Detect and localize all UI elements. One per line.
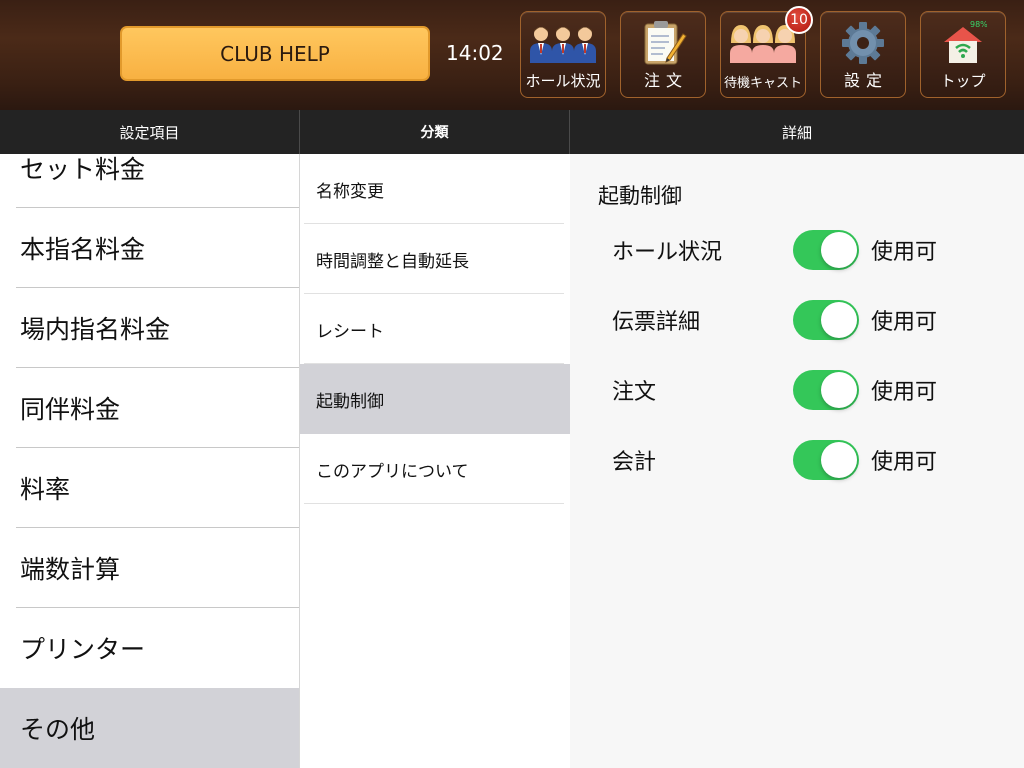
settings-label: 設定	[843, 71, 888, 90]
slip-detail-toggle[interactable]	[793, 300, 859, 340]
settings-item-label: 端数計算	[20, 555, 121, 584]
setting-name: 会計	[612, 450, 657, 475]
toggle-knob	[821, 372, 857, 408]
settings-item-label: その他	[20, 715, 96, 744]
settings-item-rounding[interactable]: 端数計算	[0, 528, 299, 608]
setting-state: 使用可	[871, 310, 938, 335]
settings-item-label: 料率	[20, 475, 71, 504]
category-label: 名称変更	[316, 181, 384, 202]
checkout-toggle[interactable]	[793, 440, 859, 480]
setting-state: 使用可	[871, 240, 938, 265]
category-header: 分類	[300, 110, 570, 154]
order-button[interactable]: 注文	[620, 11, 706, 98]
clock: 14:02	[446, 41, 504, 65]
category-list[interactable]: 名称変更 時間調整と自動延長 レシート 起動制御 このアプリについて	[300, 154, 570, 768]
waiting-cast-label: 待機キャスト	[723, 76, 802, 91]
hall-status-toggle[interactable]	[793, 230, 859, 270]
top-bar: CLUB HELP 14:02 ホール状況 注文 待機キャスト 10 設定 98…	[0, 0, 1024, 110]
home-wifi-icon: 98%	[921, 18, 1005, 68]
setting-row-slip-detail: 伝票詳細 使用可	[570, 295, 1024, 345]
signal-percent: 98%	[970, 20, 987, 29]
setting-row-checkout: 会計 使用可	[570, 435, 1024, 485]
toggle-knob	[821, 232, 857, 268]
gear-icon	[821, 18, 905, 68]
hall-status-label: ホール状況	[525, 72, 601, 90]
setting-row-hall-status: ホール状況 使用可	[570, 225, 1024, 275]
settings-item-in-store-nomination-fee[interactable]: 場内指名料金	[0, 288, 299, 368]
setting-row-order: 注文 使用可	[570, 365, 1024, 415]
detail-section-title: 起動制御	[598, 184, 682, 208]
order-label: 注文	[643, 71, 688, 90]
settings-item-companion-fee[interactable]: 同伴料金	[0, 368, 299, 448]
settings-item-rate[interactable]: 料率	[0, 448, 299, 528]
category-launch-control[interactable]: 起動制御	[300, 364, 570, 434]
setting-state: 使用可	[871, 380, 938, 405]
order-clipboard-icon	[621, 18, 705, 68]
category-label: 起動制御	[316, 391, 384, 412]
settings-item-main-nomination-fee[interactable]: 本指名料金	[0, 208, 299, 288]
order-toggle[interactable]	[793, 370, 859, 410]
settings-item-printer[interactable]: プリンター	[0, 608, 299, 688]
settings-item-label: 場内指名料金	[20, 315, 171, 344]
waiting-cast-button[interactable]: 待機キャスト 10	[720, 6, 813, 98]
settings-item-label: セット料金	[20, 155, 146, 184]
setting-name: 伝票詳細	[612, 310, 701, 335]
settings-items-header: 設定項目	[0, 110, 300, 154]
detail-panel: 起動制御 ホール状況 使用可 伝票詳細 使用可 注文 使用可 会計 使用可	[570, 154, 1024, 768]
hall-staff-icon	[521, 18, 605, 68]
settings-item-other[interactable]: その他	[0, 688, 299, 768]
setting-state: 使用可	[871, 450, 938, 475]
category-label: 時間調整と自動延長	[316, 251, 469, 272]
settings-button[interactable]: 設定	[820, 11, 906, 98]
settings-item-label: 同伴料金	[20, 395, 121, 424]
settings-item-set-fee[interactable]: セット料金	[0, 154, 299, 208]
app-window: CLUB HELP 14:02 ホール状況 注文 待機キャスト 10 設定 98…	[0, 0, 1024, 768]
column-header-bar: 設定項目 分類 詳細	[0, 110, 1024, 154]
category-time-adjust[interactable]: 時間調整と自動延長	[300, 224, 570, 294]
settings-items-list[interactable]: セット料金 本指名料金 場内指名料金 同伴料金 料率 端数計算 プリンター その…	[0, 154, 300, 768]
top-button[interactable]: 98% トップ	[920, 11, 1006, 98]
toggle-knob	[821, 442, 857, 478]
setting-name: 注文	[612, 380, 657, 405]
category-receipt[interactable]: レシート	[300, 294, 570, 364]
setting-name: ホール状況	[612, 240, 723, 265]
toggle-knob	[821, 302, 857, 338]
category-label: このアプリについて	[316, 461, 469, 482]
settings-item-label: 本指名料金	[20, 235, 146, 264]
hall-status-button[interactable]: ホール状況	[520, 11, 606, 98]
category-rename[interactable]: 名称変更	[300, 154, 570, 224]
category-label: レシート	[316, 321, 384, 342]
waiting-cast-badge: 10	[785, 6, 813, 34]
detail-header: 詳細	[781, 123, 812, 142]
settings-item-label: プリンター	[20, 635, 146, 664]
club-help-button[interactable]: CLUB HELP	[120, 26, 430, 81]
top-label: トップ	[940, 72, 986, 90]
divider	[304, 503, 564, 504]
category-about-app[interactable]: このアプリについて	[300, 434, 570, 504]
